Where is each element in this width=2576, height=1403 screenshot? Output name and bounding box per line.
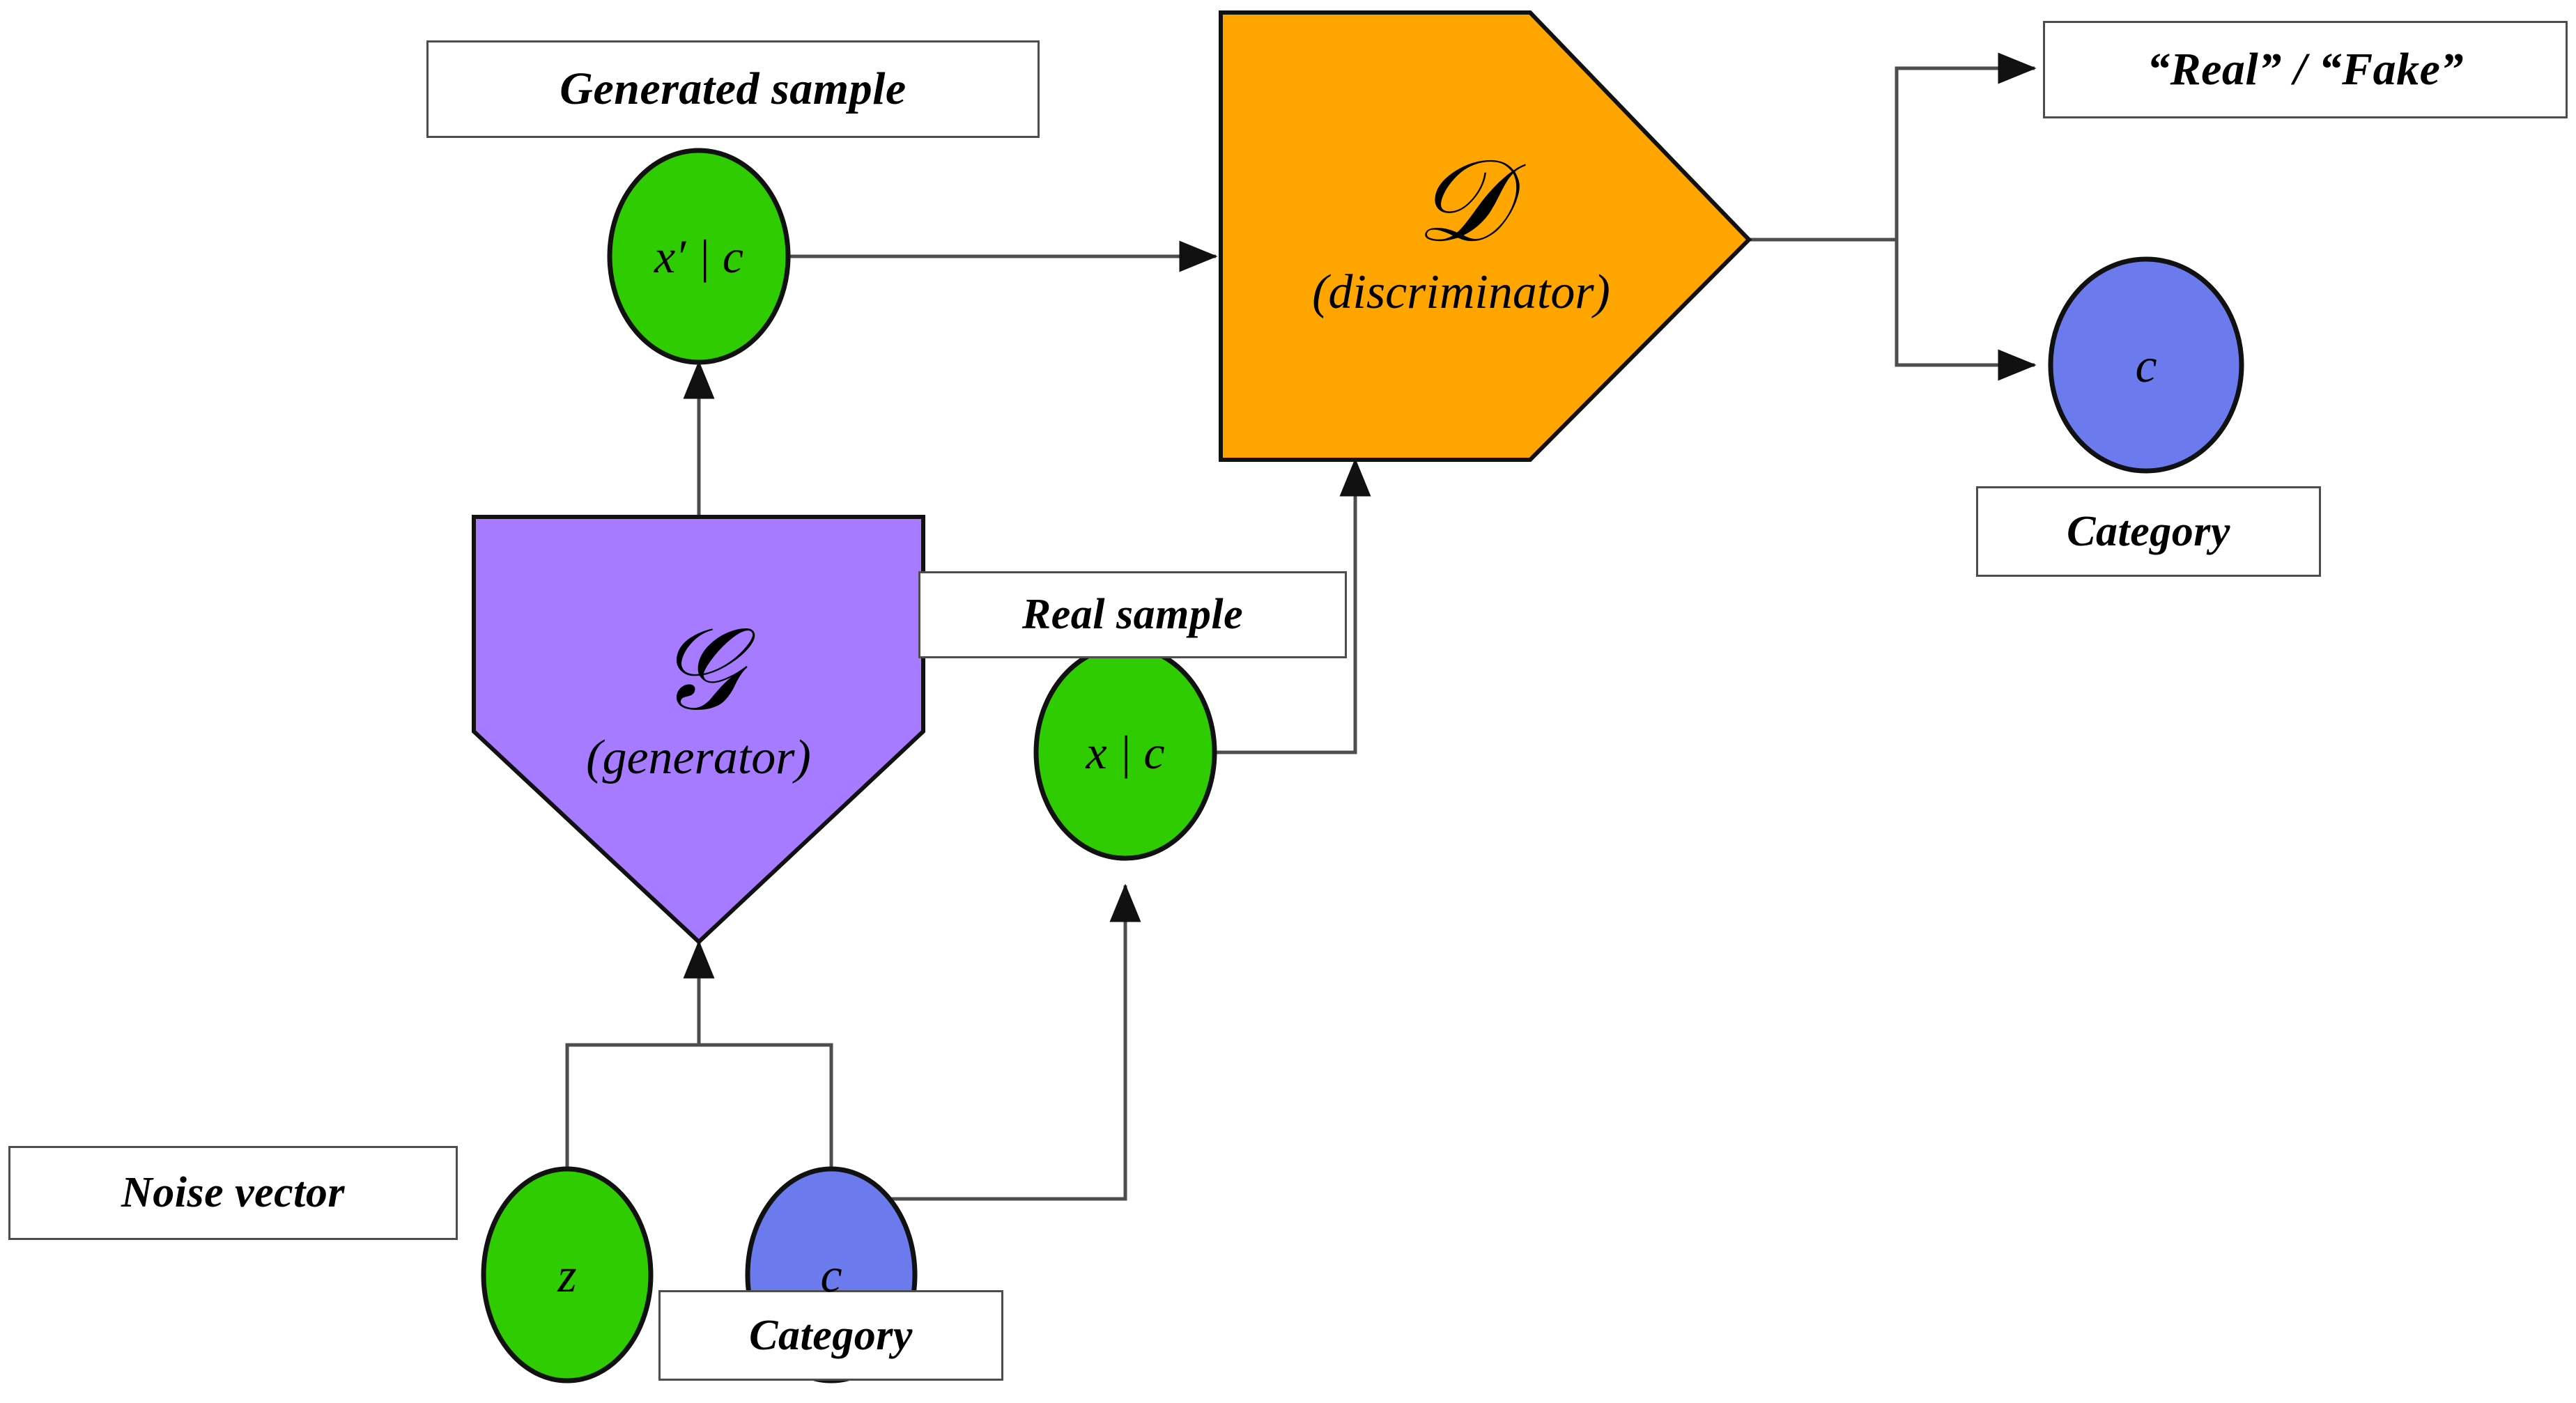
edge-category-to-real-sample (871, 883, 1141, 1201)
discriminator-shape[interactable] (1219, 10, 1752, 462)
noise-node[interactable] (481, 1166, 654, 1383)
noise-vector-label-box: Noise vector (8, 1146, 458, 1240)
real-sample-label-box: Real sample (918, 571, 1347, 658)
category-right-label-box: Category (1976, 486, 2321, 577)
edge-discriminator-output-up (1895, 52, 2037, 240)
generated-sample-label-box: Generated sample (426, 40, 1040, 138)
edge-category-to-generator (699, 1043, 833, 1169)
shape-layer (472, 10, 2244, 1383)
generator-shape[interactable] (472, 515, 925, 945)
real-fake-label-box: “Real” / “Fake” (2043, 21, 2568, 118)
generated-sample-node[interactable] (607, 148, 791, 365)
category-node-right[interactable] (2048, 256, 2244, 474)
edge-noise-to-generator (565, 1043, 699, 1169)
category-bottom-label-box: Category (658, 1290, 1003, 1381)
real-sample-node[interactable] (1033, 644, 1217, 861)
edge-discriminator-output-down (1895, 240, 2037, 381)
diagram-canvas: Generated sample Real sample Noise vecto… (0, 0, 2576, 1403)
